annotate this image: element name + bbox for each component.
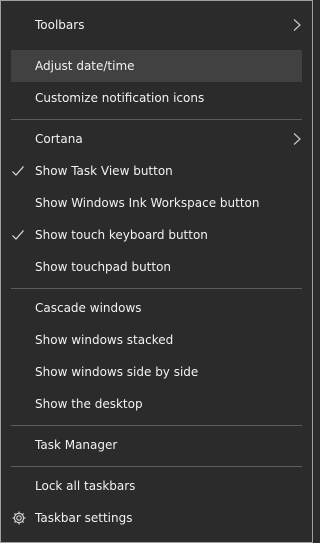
checkmark-icon [12, 166, 24, 176]
menu-item-label: Show Task View button [35, 164, 173, 178]
menu-item-label: Cortana [35, 132, 83, 146]
menu-separator [11, 119, 302, 120]
menu-separator [11, 288, 302, 289]
chevron-right-icon [293, 19, 301, 31]
menu-item-lock-taskbars[interactable]: Lock all taskbars [11, 470, 302, 502]
menu-item-show-windows-side-by-side[interactable]: Show windows side by side [11, 356, 302, 388]
menu-item-show-windows-stacked[interactable]: Show windows stacked [11, 324, 302, 356]
menu-item-toolbars[interactable]: Toolbars [11, 9, 302, 41]
menu-item-show-desktop[interactable]: Show the desktop [11, 388, 302, 420]
menu-item-cascade-windows[interactable]: Cascade windows [11, 292, 302, 324]
menu-separator [11, 425, 302, 426]
menu-item-customize-notification-icons[interactable]: Customize notification icons [11, 82, 302, 114]
menu-item-label: Show touch keyboard button [35, 228, 208, 242]
menu-item-show-touch-keyboard[interactable]: Show touch keyboard button [11, 219, 302, 251]
menu-item-label: Lock all taskbars [35, 479, 136, 493]
menu-item-show-touchpad[interactable]: Show touchpad button [11, 251, 302, 283]
menu-item-label: Cascade windows [35, 301, 142, 315]
menu-separator [11, 466, 302, 467]
menu-item-label: Adjust date/time [35, 59, 135, 73]
gear-icon [12, 511, 26, 525]
menu-item-show-task-view[interactable]: Show Task View button [11, 155, 302, 187]
menu-item-label: Show windows stacked [35, 333, 174, 347]
menu-item-label: Show windows side by side [35, 365, 199, 379]
menu-item-taskbar-settings[interactable]: Taskbar settings [11, 502, 302, 534]
menu-item-adjust-datetime[interactable]: Adjust date/time [11, 50, 302, 82]
menu-item-label: Show the desktop [35, 397, 143, 411]
menu-item-task-manager[interactable]: Task Manager [11, 429, 302, 461]
chevron-right-icon [293, 133, 301, 145]
menu-item-label: Show Windows Ink Workspace button [35, 196, 260, 210]
menu-item-label: Toolbars [35, 18, 85, 32]
menu-item-label: Task Manager [35, 438, 118, 452]
menu-item-label: Customize notification icons [35, 91, 205, 105]
checkmark-icon [12, 230, 24, 240]
menu-item-label: Show touchpad button [35, 260, 172, 274]
menu-item-show-ink-workspace[interactable]: Show Windows Ink Workspace button [11, 187, 302, 219]
menu-item-label: Taskbar settings [35, 511, 133, 525]
menu-item-cortana[interactable]: Cortana [11, 123, 302, 155]
taskbar-context-menu: Toolbars Adjust date/time Customize noti… [0, 0, 313, 543]
